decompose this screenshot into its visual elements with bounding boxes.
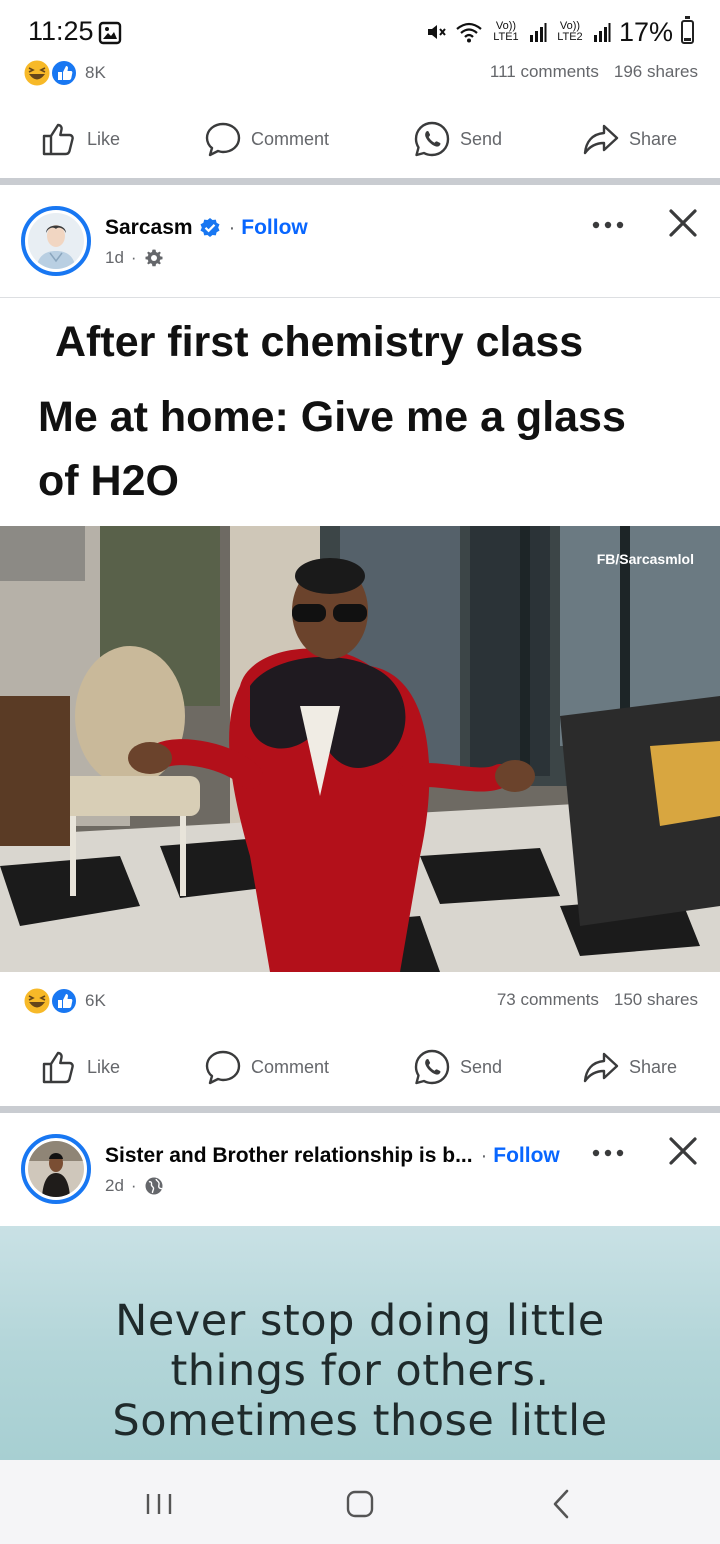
sim2-label: Vo)) LTE2 xyxy=(557,20,583,43)
close-icon[interactable] xyxy=(666,206,700,240)
reaction-count[interactable]: 6K xyxy=(85,991,106,1011)
post-time[interactable]: 1d xyxy=(105,248,124,268)
meme-line-2: Me at home: Give me a glass xyxy=(38,393,626,441)
photo-illustration xyxy=(0,526,720,972)
previous-post-engagement: 8K 111 comments 196 shares xyxy=(0,54,720,94)
share-button[interactable]: Share xyxy=(582,108,677,170)
signal-icon xyxy=(529,23,547,42)
whatsapp-send-icon xyxy=(414,121,450,157)
quote-line-1: Never stop doing little xyxy=(115,1296,605,1346)
author-name[interactable]: Sister and Brother relationship is b... xyxy=(105,1144,473,1168)
header-separator xyxy=(0,297,720,298)
verified-badge-icon xyxy=(200,218,220,237)
shares-count-link[interactable]: 150 shares xyxy=(614,990,698,1010)
photo-watermark: FB/Sarcasmlol xyxy=(596,551,694,567)
avatar[interactable] xyxy=(21,206,91,276)
whatsapp-send-icon xyxy=(414,1049,450,1085)
follow-button[interactable]: Follow xyxy=(241,216,308,240)
like-label: Like xyxy=(87,1056,121,1077)
post-photo[interactable]: FB/Sarcasmlol xyxy=(0,526,720,972)
quote-line-3: Sometimes those little xyxy=(112,1396,608,1446)
battery-percent: 17% xyxy=(618,16,673,47)
comment-label: Comment xyxy=(251,128,330,149)
post-divider xyxy=(0,178,720,185)
avatar[interactable] xyxy=(21,1134,91,1204)
post-time[interactable]: 2d xyxy=(105,1176,124,1196)
post-header: Sarcasm · Follow 1d · xyxy=(0,204,720,284)
more-options-button[interactable] xyxy=(590,1146,626,1160)
comment-icon xyxy=(205,1050,241,1085)
haha-like-reaction-icons[interactable] xyxy=(22,58,80,88)
status-bar: 11:25 Vo)) LTE1 Vo)) LTE2 17% xyxy=(0,0,720,60)
comment-icon xyxy=(205,122,241,157)
avatar-image xyxy=(28,213,84,269)
navigation-bar xyxy=(0,1460,720,1544)
send-button[interactable]: Send xyxy=(413,108,502,170)
separator-dot: · xyxy=(228,216,236,239)
separator-dot: · xyxy=(130,248,137,267)
signal-icon xyxy=(593,23,611,42)
recent-apps-icon[interactable] xyxy=(137,1482,181,1526)
meme-line-3: of H2O xyxy=(38,457,179,505)
gallery-icon xyxy=(98,21,122,45)
home-icon[interactable] xyxy=(338,1482,382,1526)
battery-level xyxy=(684,37,691,41)
meme-line-1: After first chemistry class xyxy=(55,318,584,366)
quote-line-2: things for others. xyxy=(170,1346,550,1396)
post-engagement: 6K 73 comments 150 shares xyxy=(0,982,720,1022)
reaction-count[interactable]: 8K xyxy=(85,63,106,83)
more-options-button[interactable] xyxy=(590,218,626,232)
like-icon xyxy=(42,1051,74,1084)
avatar-image xyxy=(28,1141,84,1197)
like-icon xyxy=(42,123,74,156)
close-icon[interactable] xyxy=(666,1134,700,1168)
globe-icon xyxy=(145,1177,163,1195)
comment-button[interactable]: Comment xyxy=(204,1036,329,1098)
post-actions: Like Comment Send Share xyxy=(0,1036,720,1098)
like-label: Like xyxy=(87,128,121,149)
comment-button[interactable]: Comment xyxy=(204,108,329,170)
share-button[interactable]: Share xyxy=(582,1036,677,1098)
gear-icon xyxy=(145,249,163,267)
separator-dot: · xyxy=(130,1176,137,1195)
share-label: Share xyxy=(629,1056,678,1077)
back-icon[interactable] xyxy=(540,1482,584,1526)
send-label: Send xyxy=(460,1056,503,1077)
share-icon xyxy=(583,124,619,155)
comments-count-link[interactable]: 73 comments xyxy=(497,990,599,1010)
quote-image[interactable]: Never stop doing little things for other… xyxy=(0,1226,720,1460)
previous-post-actions: Like Comment Send Share xyxy=(0,108,720,170)
share-label: Share xyxy=(629,128,678,149)
send-label: Send xyxy=(460,128,503,149)
status-icons: Vo)) LTE1 Vo)) LTE2 17% xyxy=(425,16,694,48)
comment-label: Comment xyxy=(251,1056,330,1077)
follow-button[interactable]: Follow xyxy=(493,1144,560,1168)
haha-like-reaction-icons[interactable] xyxy=(22,986,80,1016)
like-button[interactable]: Like xyxy=(40,108,120,170)
meme-caption-image[interactable]: After first chemistry class Me at home: … xyxy=(0,300,720,526)
like-button[interactable]: Like xyxy=(40,1036,120,1098)
send-button[interactable]: Send xyxy=(413,1036,502,1098)
battery-icon xyxy=(681,16,694,44)
share-icon xyxy=(583,1052,619,1083)
shares-count-link[interactable]: 196 shares xyxy=(614,62,698,82)
author-name[interactable]: Sarcasm xyxy=(105,216,193,240)
mute-icon xyxy=(427,25,446,39)
comments-count-link[interactable]: 111 comments xyxy=(490,62,599,82)
post-header: Sister and Brother relationship is b... … xyxy=(0,1132,720,1212)
status-time: 11:25 xyxy=(28,16,94,46)
wifi-icon xyxy=(456,22,482,43)
sim1-label: Vo)) LTE1 xyxy=(493,20,519,43)
separator-dot: · xyxy=(480,1144,488,1167)
post-divider xyxy=(0,1106,720,1113)
